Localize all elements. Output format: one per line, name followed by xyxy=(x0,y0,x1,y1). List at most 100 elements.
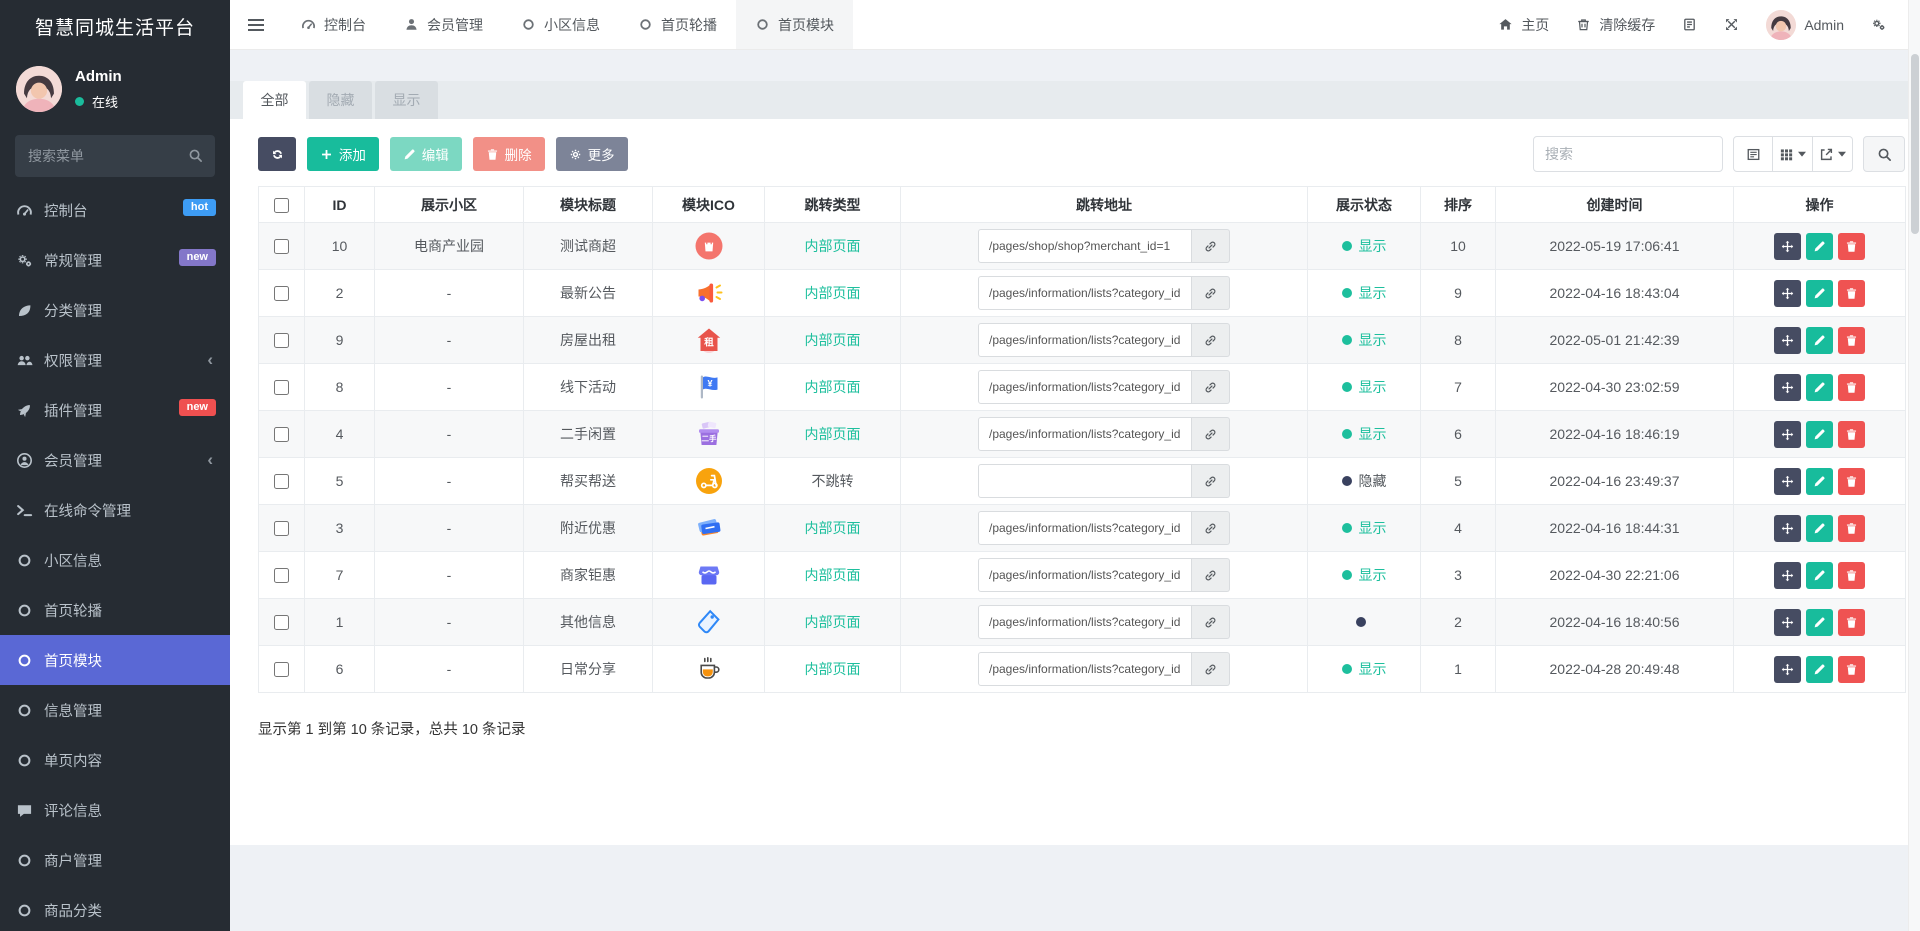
home-link[interactable]: 主页 xyxy=(1498,15,1549,35)
header-ico[interactable]: 模块ICO xyxy=(652,186,765,223)
row-checkbox[interactable] xyxy=(274,286,289,302)
drag-sort-button[interactable] xyxy=(1774,655,1801,683)
link-button[interactable] xyxy=(1192,417,1230,451)
sidebar-item-category[interactable]: 分类管理 xyxy=(0,285,230,335)
jump-url-input[interactable] xyxy=(978,229,1192,263)
drag-sort-button[interactable] xyxy=(1774,279,1801,307)
nav-tab-dashboard[interactable]: 控制台 xyxy=(282,0,385,49)
sidebar-item-information[interactable]: 信息管理 xyxy=(0,685,230,735)
jump-url-input[interactable] xyxy=(978,370,1192,404)
edit-row-button[interactable] xyxy=(1806,326,1833,354)
sidebar-item-dashboard[interactable]: 控制台 hot xyxy=(0,185,230,235)
link-button[interactable] xyxy=(1192,276,1230,310)
edit-row-button[interactable] xyxy=(1806,655,1833,683)
user-menu[interactable]: Admin xyxy=(1766,9,1844,40)
nav-tab-home-module[interactable]: 首页模块 xyxy=(736,0,853,49)
drag-sort-button[interactable] xyxy=(1774,561,1801,589)
sidebar-item-single-page[interactable]: 单页内容 xyxy=(0,735,230,785)
row-checkbox[interactable] xyxy=(274,568,289,584)
row-checkbox[interactable] xyxy=(274,521,289,537)
header-created[interactable]: 创建时间 xyxy=(1495,186,1734,223)
drag-sort-button[interactable] xyxy=(1774,326,1801,354)
link-button[interactable] xyxy=(1192,229,1230,263)
sidebar-item-auth[interactable]: 权限管理 ‹ xyxy=(0,335,230,385)
edit-row-button[interactable] xyxy=(1806,608,1833,636)
edit-row-button[interactable] xyxy=(1806,514,1833,542)
link-button[interactable] xyxy=(1192,464,1230,498)
header-jump-type[interactable]: 跳转类型 xyxy=(764,186,901,223)
sidebar-item-comments[interactable]: 评论信息 xyxy=(0,785,230,835)
link-button[interactable] xyxy=(1192,323,1230,357)
link-button[interactable] xyxy=(1192,511,1230,545)
sidebar-item-member[interactable]: 会员管理 ‹ xyxy=(0,435,230,485)
clear-cache-button[interactable]: 清除缓存 xyxy=(1576,15,1655,35)
delete-button[interactable]: 删除 xyxy=(472,137,545,171)
delete-row-button[interactable] xyxy=(1838,373,1865,401)
edit-row-button[interactable] xyxy=(1806,420,1833,448)
fullscreen-button[interactable] xyxy=(1724,17,1739,32)
drag-sort-button[interactable] xyxy=(1774,514,1801,542)
add-button[interactable]: 添加 xyxy=(306,137,379,171)
jump-url-input[interactable] xyxy=(978,511,1192,545)
row-checkbox[interactable] xyxy=(274,427,289,443)
sidebar-item-goods-category[interactable]: 商品分类 xyxy=(0,885,230,931)
filter-tab-all[interactable]: 全部 xyxy=(243,81,306,119)
row-checkbox[interactable] xyxy=(274,474,289,490)
link-button[interactable] xyxy=(1192,370,1230,404)
delete-row-button[interactable] xyxy=(1838,655,1865,683)
sidebar-item-general[interactable]: 常规管理 new xyxy=(0,235,230,285)
delete-row-button[interactable] xyxy=(1838,279,1865,307)
delete-row-button[interactable] xyxy=(1838,608,1865,636)
jump-url-input[interactable] xyxy=(978,323,1192,357)
delete-row-button[interactable] xyxy=(1838,232,1865,260)
table-search-input[interactable] xyxy=(1533,136,1723,172)
delete-row-button[interactable] xyxy=(1838,326,1865,354)
filter-tab-visible[interactable]: 显示 xyxy=(375,81,438,119)
refresh-button[interactable] xyxy=(258,137,296,171)
header-community[interactable]: 展示小区 xyxy=(374,186,524,223)
sidebar-item-banner[interactable]: 首页轮播 xyxy=(0,585,230,635)
jump-url-input[interactable] xyxy=(978,605,1192,639)
header-jump-url[interactable]: 跳转地址 xyxy=(900,186,1308,223)
jump-url-input[interactable] xyxy=(978,417,1192,451)
drag-sort-button[interactable] xyxy=(1774,420,1801,448)
drag-sort-button[interactable] xyxy=(1774,373,1801,401)
search-toggle-button[interactable] xyxy=(1863,136,1905,172)
delete-row-button[interactable] xyxy=(1838,561,1865,589)
sidebar-search-input[interactable] xyxy=(15,135,215,177)
drag-sort-button[interactable] xyxy=(1774,467,1801,495)
select-all-checkbox[interactable] xyxy=(274,197,289,213)
jump-url-input[interactable] xyxy=(978,558,1192,592)
sidebar-item-addon[interactable]: 插件管理 new xyxy=(0,385,230,435)
link-button[interactable] xyxy=(1192,558,1230,592)
header-status[interactable]: 展示状态 xyxy=(1307,186,1421,223)
columns-button[interactable] xyxy=(1773,136,1813,172)
row-checkbox[interactable] xyxy=(274,380,289,396)
export-button[interactable] xyxy=(1813,136,1853,172)
row-checkbox[interactable] xyxy=(274,239,289,255)
jump-url-input[interactable] xyxy=(978,464,1192,498)
sidebar-item-home-module[interactable]: 首页模块 xyxy=(0,635,230,685)
delete-row-button[interactable] xyxy=(1838,467,1865,495)
detail-view-button[interactable] xyxy=(1733,136,1773,172)
sidebar-item-community[interactable]: 小区信息 xyxy=(0,535,230,585)
delete-row-button[interactable] xyxy=(1838,420,1865,448)
nav-tab-community[interactable]: 小区信息 xyxy=(502,0,619,49)
nav-tab-member[interactable]: 会员管理 xyxy=(385,0,502,49)
edit-row-button[interactable] xyxy=(1806,279,1833,307)
drag-sort-button[interactable] xyxy=(1774,232,1801,260)
nav-tab-banner[interactable]: 首页轮播 xyxy=(619,0,736,49)
header-title[interactable]: 模块标题 xyxy=(523,186,653,223)
more-button[interactable]: 更多 xyxy=(555,137,628,171)
hamburger-menu-icon[interactable] xyxy=(230,0,282,49)
jump-url-input[interactable] xyxy=(978,652,1192,686)
settings-button[interactable] xyxy=(1871,17,1886,32)
edit-row-button[interactable] xyxy=(1806,373,1833,401)
filter-tab-hidden[interactable]: 隐藏 xyxy=(309,81,372,119)
drag-sort-button[interactable] xyxy=(1774,608,1801,636)
link-button[interactable] xyxy=(1192,605,1230,639)
scrollbar-thumb[interactable] xyxy=(1911,54,1919,234)
edit-button[interactable]: 编辑 xyxy=(389,137,462,171)
scrollbar[interactable] xyxy=(1908,0,1920,931)
delete-row-button[interactable] xyxy=(1838,514,1865,542)
